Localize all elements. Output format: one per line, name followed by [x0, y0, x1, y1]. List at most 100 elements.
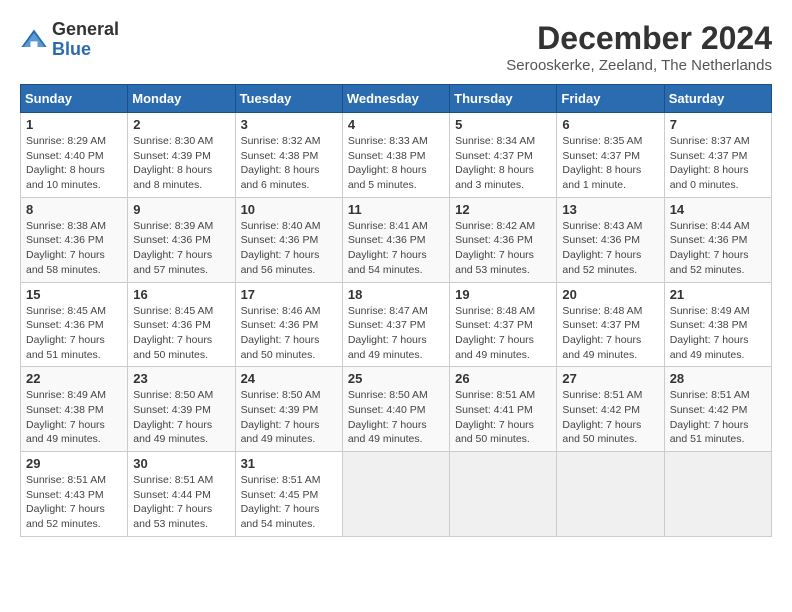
day-info: Sunrise: 8:39 AMSunset: 4:36 PMDaylight:… — [133, 219, 229, 278]
calendar-cell: 11 Sunrise: 8:41 AMSunset: 4:36 PMDayligh… — [342, 197, 449, 282]
calendar-cell: 5Sunrise: 8:34 AMSunset: 4:37 PMDaylight… — [450, 113, 557, 198]
column-header-sunday: Sunday — [21, 85, 128, 113]
day-info: Sunrise: 8:51 AMSunset: 4:42 PMDaylight:… — [562, 388, 658, 447]
day-info: Sunrise: 8:50 AMSunset: 4:40 PMDaylight:… — [348, 388, 444, 447]
day-info: Sunrise: 8:51 AMSunset: 4:44 PMDaylight:… — [133, 473, 229, 532]
day-number: 30 — [133, 456, 229, 471]
calendar-cell: 1Sunrise: 8:29 AMSunset: 4:40 PMDaylight… — [21, 113, 128, 198]
day-number: 9 — [133, 202, 229, 217]
day-info: Sunrise: 8:30 AMSunset: 4:39 PMDaylight:… — [133, 134, 229, 193]
day-info: Sunrise: 8:46 AMSunset: 4:36 PMDaylight:… — [241, 304, 337, 363]
day-info: Sunrise: 8:48 AMSunset: 4:37 PMDaylight:… — [562, 304, 658, 363]
day-number: 21 — [670, 287, 766, 302]
day-info: Sunrise: 8:29 AMSunset: 4:40 PMDaylight:… — [26, 134, 122, 193]
day-number: 23 — [133, 371, 229, 386]
calendar-cell: 22 Sunrise: 8:49 AMSunset: 4:38 PMDayligh… — [21, 367, 128, 452]
calendar-cell: 6Sunrise: 8:35 AMSunset: 4:37 PMDaylight… — [557, 113, 664, 198]
calendar-cell: 31 Sunrise: 8:51 AMSunset: 4:45 PMDayligh… — [235, 452, 342, 537]
day-info: Sunrise: 8:51 AMSunset: 4:42 PMDaylight:… — [670, 388, 766, 447]
column-header-tuesday: Tuesday — [235, 85, 342, 113]
day-info: Sunrise: 8:38 AMSunset: 4:36 PMDaylight:… — [26, 219, 122, 278]
column-header-monday: Monday — [128, 85, 235, 113]
calendar-cell: 23 Sunrise: 8:50 AMSunset: 4:39 PMDayligh… — [128, 367, 235, 452]
logo-icon — [20, 26, 48, 54]
calendar-cell: 4 Sunrise: 8:33 AMSunset: 4:38 PMDaylight… — [342, 113, 449, 198]
calendar-cell: 9 Sunrise: 8:39 AMSunset: 4:36 PMDaylight… — [128, 197, 235, 282]
calendar-cell: 21 Sunrise: 8:49 AMSunset: 4:38 PMDayligh… — [664, 282, 771, 367]
day-number: 19 — [455, 287, 551, 302]
day-number: 20 — [562, 287, 658, 302]
month-title: December 2024 — [506, 20, 772, 57]
day-info: Sunrise: 8:40 AMSunset: 4:36 PMDaylight:… — [241, 219, 337, 278]
calendar-cell — [664, 452, 771, 537]
day-info: Sunrise: 8:45 AMSunset: 4:36 PMDaylight:… — [133, 304, 229, 363]
day-number: 6 — [562, 117, 658, 132]
location: Serooskerke, Zeeland, The Netherlands — [506, 57, 772, 74]
day-info: Sunrise: 8:47 AMSunset: 4:37 PMDaylight:… — [348, 304, 444, 363]
calendar-cell: 3 Sunrise: 8:32 AMSunset: 4:38 PMDaylight… — [235, 113, 342, 198]
calendar-table: SundayMondayTuesdayWednesdayThursdayFrid… — [20, 84, 772, 537]
calendar-cell: 13Sunrise: 8:43 AMSunset: 4:36 PMDayligh… — [557, 197, 664, 282]
calendar-cell: 15 Sunrise: 8:45 AMSunset: 4:36 PMDayligh… — [21, 282, 128, 367]
day-info: Sunrise: 8:41 AMSunset: 4:36 PMDaylight:… — [348, 219, 444, 278]
day-number: 29 — [26, 456, 122, 471]
day-number: 25 — [348, 371, 444, 386]
calendar-cell: 28Sunrise: 8:51 AMSunset: 4:42 PMDayligh… — [664, 367, 771, 452]
day-number: 3 — [241, 117, 337, 132]
day-info: Sunrise: 8:50 AMSunset: 4:39 PMDaylight:… — [241, 388, 337, 447]
logo: General Blue — [20, 20, 119, 60]
day-number: 18 — [348, 287, 444, 302]
calendar-cell: 12 Sunrise: 8:42 AMSunset: 4:36 PMDayligh… — [450, 197, 557, 282]
calendar-cell: 16 Sunrise: 8:45 AMSunset: 4:36 PMDayligh… — [128, 282, 235, 367]
calendar-cell: 14Sunrise: 8:44 AMSunset: 4:36 PMDayligh… — [664, 197, 771, 282]
logo-text: General Blue — [52, 20, 119, 60]
day-info: Sunrise: 8:50 AMSunset: 4:39 PMDaylight:… — [133, 388, 229, 447]
column-header-saturday: Saturday — [664, 85, 771, 113]
day-number: 31 — [241, 456, 337, 471]
day-number: 10 — [241, 202, 337, 217]
calendar-cell — [557, 452, 664, 537]
day-info: Sunrise: 8:49 AMSunset: 4:38 PMDaylight:… — [670, 304, 766, 363]
day-number: 2 — [133, 117, 229, 132]
calendar-cell: 29 Sunrise: 8:51 AMSunset: 4:43 PMDayligh… — [21, 452, 128, 537]
calendar-cell: 24 Sunrise: 8:50 AMSunset: 4:39 PMDayligh… — [235, 367, 342, 452]
day-number: 11 — [348, 202, 444, 217]
calendar-cell: 8 Sunrise: 8:38 AMSunset: 4:36 PMDaylight… — [21, 197, 128, 282]
calendar-cell: 26Sunrise: 8:51 AMSunset: 4:41 PMDayligh… — [450, 367, 557, 452]
calendar-cell: 19 Sunrise: 8:48 AMSunset: 4:37 PMDayligh… — [450, 282, 557, 367]
column-header-friday: Friday — [557, 85, 664, 113]
day-number: 15 — [26, 287, 122, 302]
column-header-wednesday: Wednesday — [342, 85, 449, 113]
calendar-cell: 27 Sunrise: 8:51 AMSunset: 4:42 PMDayligh… — [557, 367, 664, 452]
day-number: 24 — [241, 371, 337, 386]
day-info: Sunrise: 8:44 AMSunset: 4:36 PMDaylight:… — [670, 219, 766, 278]
calendar-cell: 10 Sunrise: 8:40 AMSunset: 4:36 PMDayligh… — [235, 197, 342, 282]
day-info: Sunrise: 8:49 AMSunset: 4:38 PMDaylight:… — [26, 388, 122, 447]
day-info: Sunrise: 8:32 AMSunset: 4:38 PMDaylight:… — [241, 134, 337, 193]
day-number: 5 — [455, 117, 551, 132]
day-info: Sunrise: 8:45 AMSunset: 4:36 PMDaylight:… — [26, 304, 122, 363]
calendar-cell: 30 Sunrise: 8:51 AMSunset: 4:44 PMDayligh… — [128, 452, 235, 537]
calendar-cell: 7Sunrise: 8:37 AMSunset: 4:37 PMDaylight… — [664, 113, 771, 198]
calendar-cell: 25 Sunrise: 8:50 AMSunset: 4:40 PMDayligh… — [342, 367, 449, 452]
day-number: 13 — [562, 202, 658, 217]
day-info: Sunrise: 8:51 AMSunset: 4:41 PMDaylight:… — [455, 388, 551, 447]
title-area: December 2024 Serooskerke, Zeeland, The … — [506, 20, 772, 74]
calendar-cell: 18 Sunrise: 8:47 AMSunset: 4:37 PMDayligh… — [342, 282, 449, 367]
day-number: 22 — [26, 371, 122, 386]
day-info: Sunrise: 8:51 AMSunset: 4:45 PMDaylight:… — [241, 473, 337, 532]
day-number: 27 — [562, 371, 658, 386]
day-number: 12 — [455, 202, 551, 217]
day-info: Sunrise: 8:33 AMSunset: 4:38 PMDaylight:… — [348, 134, 444, 193]
day-info: Sunrise: 8:42 AMSunset: 4:36 PMDaylight:… — [455, 219, 551, 278]
day-info: Sunrise: 8:48 AMSunset: 4:37 PMDaylight:… — [455, 304, 551, 363]
column-header-thursday: Thursday — [450, 85, 557, 113]
day-number: 4 — [348, 117, 444, 132]
calendar-cell — [450, 452, 557, 537]
calendar-cell — [342, 452, 449, 537]
day-number: 17 — [241, 287, 337, 302]
day-number: 8 — [26, 202, 122, 217]
day-number: 16 — [133, 287, 229, 302]
calendar-cell: 17 Sunrise: 8:46 AMSunset: 4:36 PMDayligh… — [235, 282, 342, 367]
day-info: Sunrise: 8:51 AMSunset: 4:43 PMDaylight:… — [26, 473, 122, 532]
